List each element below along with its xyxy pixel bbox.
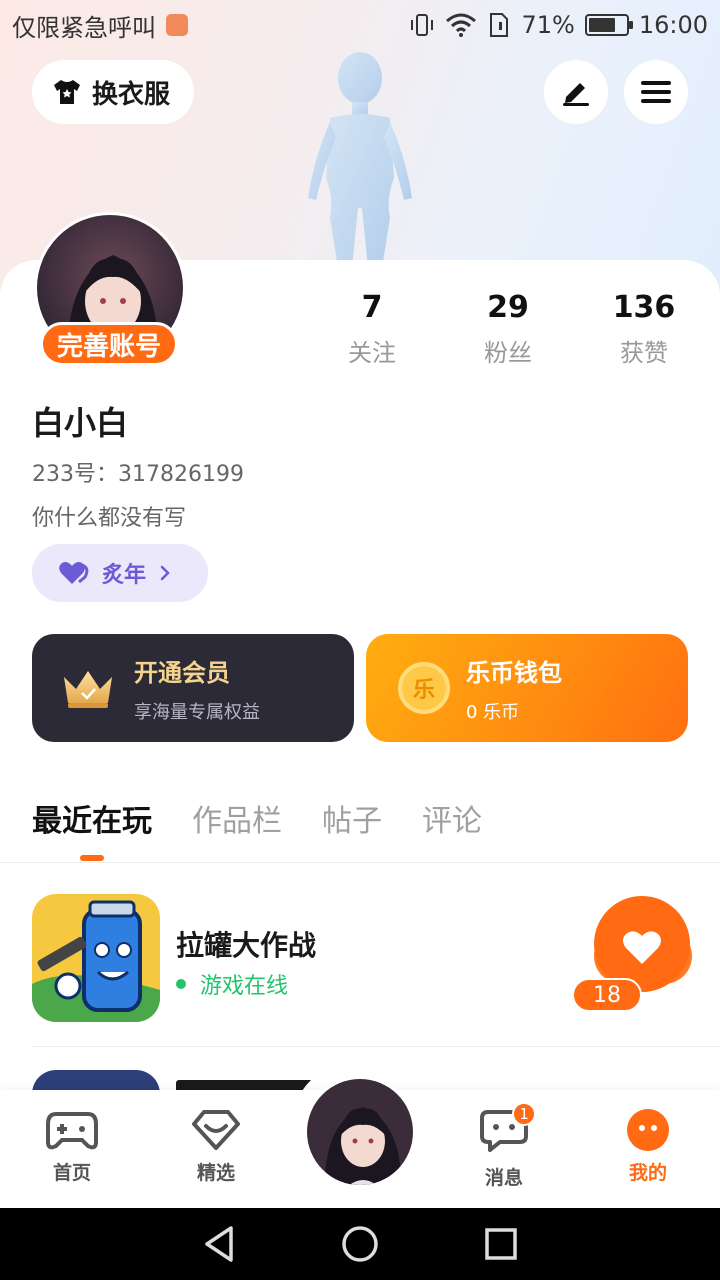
stat-followers-value: 29 bbox=[487, 290, 529, 325]
open-vip-card[interactable]: 开通会员 享海量专属权益 bbox=[32, 634, 354, 742]
home-icon[interactable] bbox=[340, 1224, 380, 1264]
status-bar: 仅限紧急呼叫 71% 16:00 bbox=[0, 0, 720, 50]
recents-icon[interactable] bbox=[483, 1226, 519, 1262]
change-outfit-label: 换衣服 bbox=[92, 79, 171, 110]
message-badge: 1 bbox=[512, 1102, 536, 1126]
online-dot bbox=[176, 979, 186, 989]
nav-me-label: 我的 bbox=[628, 1162, 667, 1184]
nav-featured[interactable]: 精选 bbox=[171, 1108, 261, 1185]
active-tab-indicator bbox=[80, 855, 104, 861]
stat-following[interactable]: 7 关注 bbox=[312, 290, 432, 368]
tag-label: 炙年 bbox=[102, 563, 147, 588]
system-navigation-bar bbox=[0, 1208, 720, 1280]
tab-comments[interactable]: 评论 bbox=[422, 796, 482, 840]
user-bio: 你什么都没有写 bbox=[32, 506, 187, 531]
coin-glyph: 乐 bbox=[412, 678, 435, 703]
wallet-title: 乐币钱包 bbox=[466, 658, 562, 687]
stat-following-label: 关注 bbox=[348, 339, 396, 367]
stat-likes-label: 获赞 bbox=[620, 339, 668, 367]
stat-following-value: 7 bbox=[361, 290, 383, 325]
wallet-balance: 0 乐币 bbox=[466, 701, 520, 723]
battery-level bbox=[588, 18, 615, 32]
stat-followers-label: 粉丝 bbox=[484, 339, 532, 367]
tab-posts[interactable]: 帖子 bbox=[322, 796, 382, 840]
nav-home[interactable]: 首页 bbox=[27, 1108, 117, 1185]
tag-pill[interactable]: 炙年 bbox=[32, 544, 208, 602]
tshirt-icon bbox=[54, 80, 80, 104]
back-icon[interactable] bbox=[201, 1224, 237, 1264]
vibrate-icon bbox=[411, 14, 434, 36]
divider bbox=[32, 1046, 720, 1047]
profile-tabs: 最近在玩 作品栏 帖子 评论 bbox=[32, 796, 482, 840]
battery-icon bbox=[584, 14, 633, 36]
gamepad-icon bbox=[46, 1112, 98, 1150]
emergency-call-text: 仅限紧急呼叫 bbox=[12, 13, 156, 42]
heart-diamond-icon bbox=[192, 1110, 240, 1150]
change-outfit-button[interactable]: 换衣服 bbox=[32, 60, 195, 124]
game-status: 游戏在线 bbox=[176, 968, 288, 1000]
game-icon bbox=[32, 894, 160, 1022]
crown-icon bbox=[64, 671, 112, 708]
edit-profile-button[interactable] bbox=[544, 60, 608, 124]
game-icon-art bbox=[32, 894, 160, 1022]
coin-icon: 乐 bbox=[398, 662, 450, 714]
game-title: 拉罐大作战 bbox=[176, 929, 317, 962]
nav-featured-label: 精选 bbox=[196, 1162, 235, 1184]
wifi-icon bbox=[446, 13, 477, 37]
username: 白小白 bbox=[32, 404, 129, 442]
stat-likes[interactable]: 136 获赞 bbox=[584, 290, 704, 368]
game-status-label: 游戏在线 bbox=[200, 974, 289, 999]
stat-likes-value: 136 bbox=[612, 290, 676, 325]
sim-icon bbox=[490, 13, 509, 37]
nav-avatar-button[interactable] bbox=[304, 1076, 416, 1188]
coin-wallet-card[interactable]: 乐 乐币钱包 0 乐币 bbox=[366, 634, 688, 742]
nav-me[interactable]: 我的 bbox=[603, 1108, 693, 1185]
tab-recently-played[interactable]: 最近在玩 bbox=[32, 796, 152, 840]
nav-messages-label: 消息 bbox=[484, 1167, 523, 1189]
app-notification-icon bbox=[166, 14, 188, 36]
pencil-icon bbox=[563, 83, 589, 106]
profile-dots-icon bbox=[627, 1109, 669, 1151]
nav-messages[interactable]: 1 消息 bbox=[459, 1102, 549, 1190]
divider bbox=[0, 862, 720, 863]
purple-heart-icon bbox=[59, 562, 89, 584]
vip-title: 开通会员 bbox=[134, 658, 230, 687]
chevron-right-icon bbox=[160, 565, 170, 581]
user-id: 233号：317826199 bbox=[32, 462, 244, 487]
chat-icon-wrap: 1 bbox=[480, 1102, 536, 1157]
avatar-3d-figure[interactable] bbox=[290, 48, 430, 268]
battery-percent: 71% bbox=[521, 11, 575, 39]
like-count: 18 bbox=[572, 978, 642, 1012]
hamburger-menu-icon bbox=[641, 81, 671, 103]
menu-button[interactable] bbox=[624, 60, 688, 124]
tab-works[interactable]: 作品栏 bbox=[192, 796, 282, 840]
stat-followers[interactable]: 29 粉丝 bbox=[448, 290, 568, 368]
vip-subtitle: 享海量专属权益 bbox=[134, 701, 260, 723]
nav-home-label: 首页 bbox=[52, 1162, 91, 1184]
clock: 16:00 bbox=[638, 11, 708, 39]
complete-account-button[interactable]: 完善账号 bbox=[40, 322, 179, 366]
